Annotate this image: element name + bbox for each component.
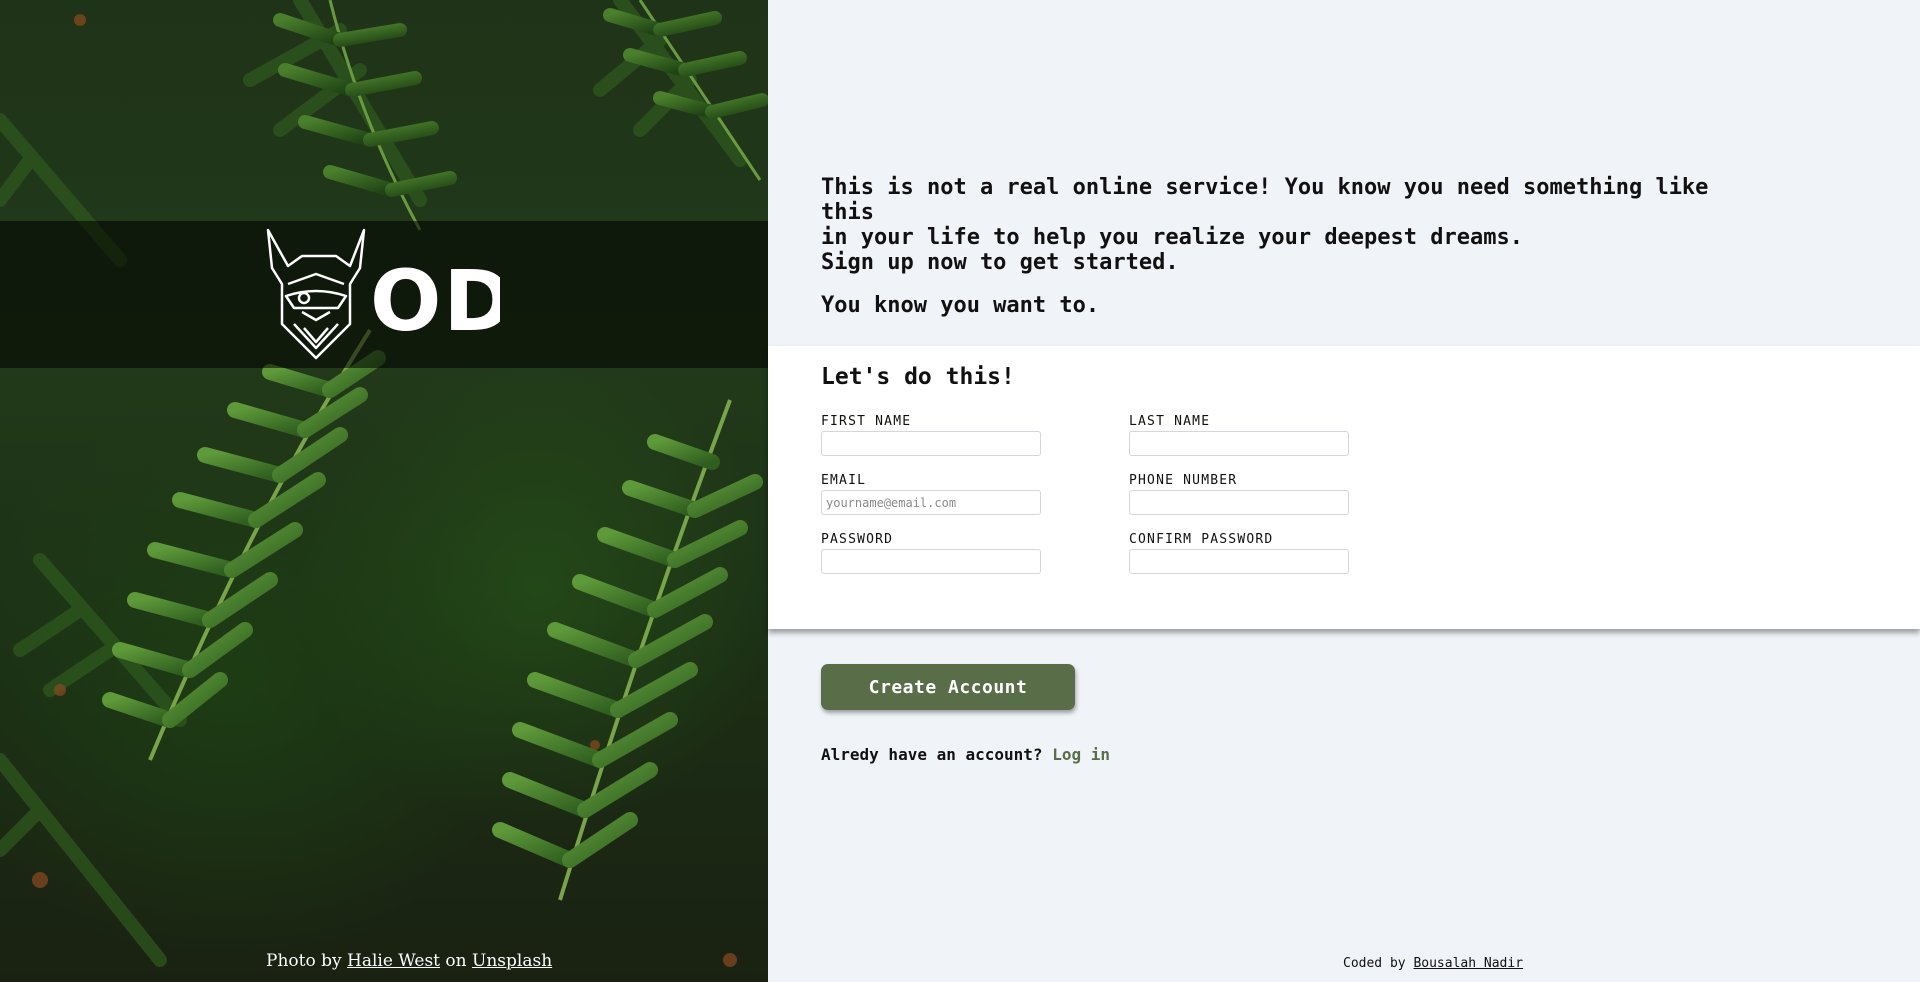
svg-text:ODIN: ODIN [370, 252, 500, 350]
credit-prefix: Photo by [266, 951, 342, 971]
first-name-input[interactable] [821, 431, 1041, 456]
fern-background-image [0, 0, 768, 967]
phone-label: PHONE NUMBER [1129, 473, 1238, 488]
intro-line-1: This is not a real online service! You k… [821, 175, 1709, 225]
odin-logo: ODIN [266, 228, 500, 360]
last-name-input[interactable] [1129, 431, 1349, 456]
login-prompt-text: Alredy have an account? [821, 745, 1043, 764]
signup-content: This is not a real online service! You k… [768, 0, 1920, 982]
coded-by-text: Coded by [1343, 956, 1406, 971]
email-label: EMAIL [821, 473, 867, 488]
photo-author-link[interactable]: Halie West [347, 951, 440, 971]
confirm-password-label: CONFIRM PASSWORD [1129, 532, 1274, 547]
create-account-button[interactable]: Create Account [821, 664, 1075, 710]
confirm-password-group: CONFIRM PASSWORD [1129, 532, 1349, 574]
login-link[interactable]: Log in [1052, 745, 1110, 764]
credit-on: on [445, 951, 467, 971]
last-name-group: LAST NAME [1129, 414, 1349, 456]
form-heading: Let's do this! [821, 364, 1015, 390]
password-group: PASSWORD [821, 532, 1041, 574]
confirm-password-input[interactable] [1129, 549, 1349, 574]
first-name-group: FIRST NAME [821, 414, 1041, 456]
intro-line-2: in your life to help you realize your de… [821, 225, 1523, 250]
phone-input[interactable] [1129, 490, 1349, 515]
author-link[interactable]: Bousalah Nadir [1413, 956, 1523, 971]
intro-paragraph: This is not a real online service! You k… [821, 175, 1721, 275]
hero-panel: ODIN Photo by Halie West on Unsplash [0, 0, 768, 982]
email-group: EMAIL [821, 473, 1041, 515]
email-input[interactable] [821, 490, 1041, 515]
password-label: PASSWORD [821, 532, 894, 547]
intro-line-3: Sign up now to get started. [821, 250, 1179, 275]
phone-group: PHONE NUMBER [1129, 473, 1349, 515]
intro-tagline: You know you want to. [821, 293, 1100, 318]
signup-form: Let's do this! FIRST NAME LAST NAME EMAI… [768, 346, 1920, 629]
unsplash-link[interactable]: Unsplash [472, 951, 552, 971]
first-name-label: FIRST NAME [821, 414, 912, 429]
login-prompt: Alredy have an account? Log in [821, 745, 1110, 764]
photo-credit: Photo by Halie West on Unsplash [266, 951, 552, 971]
intro-text: This is not a real online service! You k… [821, 175, 1721, 318]
password-input[interactable] [821, 549, 1041, 574]
coded-by-footer: Coded by Bousalah Nadir [1343, 956, 1523, 971]
last-name-label: LAST NAME [1129, 414, 1211, 429]
